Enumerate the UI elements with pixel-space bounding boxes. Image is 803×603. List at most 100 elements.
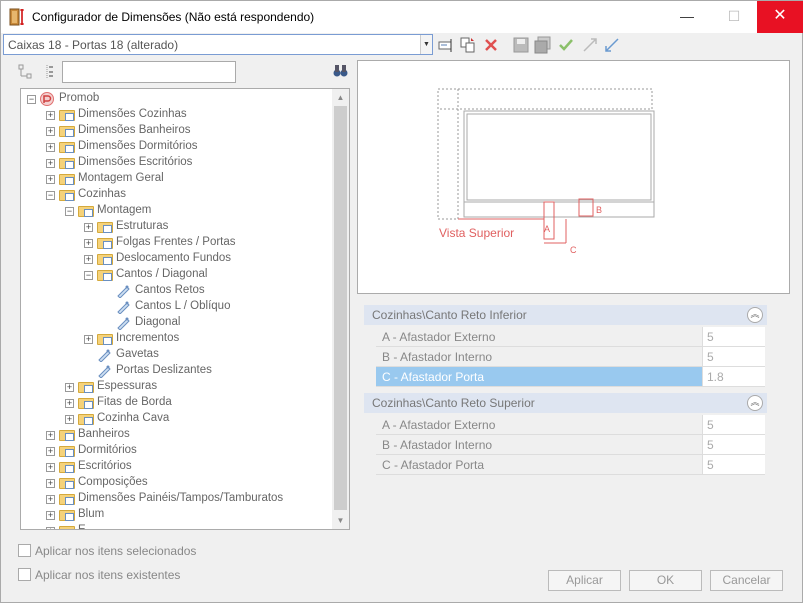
minimize-button[interactable]: — [664, 1, 710, 33]
tree-node-label: Fitas de Borda [97, 396, 172, 408]
tree-node[interactable]: Diagonal [21, 315, 331, 331]
property-label: C - Afastador Porta [382, 458, 485, 472]
tree-node[interactable]: + Dormitórios [21, 443, 331, 459]
maximize-button[interactable]: ☐ [711, 1, 757, 33]
expand-icon[interactable]: + [65, 399, 74, 408]
expand-icon[interactable]: + [46, 527, 55, 529]
expand-icon[interactable]: + [46, 431, 55, 440]
chevron-down-icon[interactable]: ▼ [420, 35, 432, 54]
collapse-section-icon[interactable]: ︽ [747, 395, 763, 411]
tree-node[interactable]: − Promob [21, 91, 331, 107]
expand-icon[interactable]: + [46, 111, 55, 120]
expand-icon[interactable]: + [46, 127, 55, 136]
tree-node[interactable]: Gavetas [21, 347, 331, 363]
delete-icon[interactable] [482, 36, 500, 54]
property-value-field[interactable]: 5 [702, 455, 765, 474]
tree-node[interactable]: + Montagem Geral [21, 171, 331, 187]
tree-node[interactable]: + Estruturas [21, 219, 331, 235]
expand-icon[interactable]: + [84, 239, 93, 248]
property-row[interactable]: C - Afastador Porta 5 [376, 455, 765, 475]
expand-icon[interactable]: + [65, 383, 74, 392]
settings-tree[interactable]: +E+Blum+Dimensões Painéis/Tampos/Tambura… [20, 88, 350, 530]
property-row[interactable]: A - Afastador Externo 5 [376, 415, 765, 435]
tree-node[interactable]: + Dimensões Painéis/Tampos/Tamburatos [21, 491, 331, 507]
apply-button[interactable]: Aplicar [548, 570, 621, 591]
collapse-section-icon[interactable]: ︽ [747, 307, 763, 323]
property-section-header[interactable]: Cozinhas\Canto Reto Superior ︽ [364, 393, 767, 413]
expand-icon[interactable]: + [84, 223, 93, 232]
tree-node[interactable]: Portas Deslizantes [21, 363, 331, 379]
rename-icon[interactable] [437, 36, 455, 54]
property-row[interactable]: A - Afastador Externo 5 [376, 327, 765, 347]
tree-node[interactable]: + Cozinha Cava [21, 411, 331, 427]
folder-icon [59, 172, 75, 185]
collapse-icon[interactable]: − [46, 191, 55, 200]
property-row[interactable]: B - Afastador Interno 5 [376, 347, 765, 367]
tree-node[interactable]: + Dimensões Escritórios [21, 155, 331, 171]
property-value-field[interactable]: 1.8 [702, 367, 765, 386]
apply-selected-checkbox[interactable] [18, 544, 31, 557]
expand-icon[interactable]: + [46, 175, 55, 184]
collapse-icon[interactable]: − [84, 271, 93, 280]
property-value-field[interactable]: 5 [702, 435, 765, 454]
expand-icon[interactable]: + [65, 415, 74, 424]
collapse-icon[interactable]: − [27, 95, 36, 104]
tree-node[interactable]: − Cantos / Diagonal [21, 267, 331, 283]
expand-icon[interactable]: + [46, 143, 55, 152]
tree-search-input[interactable] [62, 61, 236, 83]
tree-node[interactable]: + Deslocamento Fundos [21, 251, 331, 267]
scroll-up-icon[interactable]: ▲ [332, 89, 349, 106]
expand-icon[interactable]: + [84, 335, 93, 344]
collapse-icon[interactable]: − [65, 207, 74, 216]
tree-expand-icon[interactable] [18, 64, 33, 79]
expand-icon[interactable]: + [46, 447, 55, 456]
tree-node[interactable]: + Banheiros [21, 427, 331, 443]
collapse-icon[interactable] [603, 36, 621, 54]
expand-icon[interactable]: + [46, 159, 55, 168]
ok-button[interactable]: OK [629, 570, 702, 591]
tree-node[interactable]: + Escritórios [21, 459, 331, 475]
tree-node[interactable]: +E [21, 523, 331, 529]
expand-icon[interactable] [581, 36, 599, 54]
tree-node[interactable]: + Blum [21, 507, 331, 523]
expand-icon[interactable]: + [84, 255, 93, 264]
expand-icon[interactable]: + [46, 463, 55, 472]
tree-node[interactable]: + Folgas Frentes / Portas [21, 235, 331, 251]
tree-node[interactable]: + Dimensões Cozinhas [21, 107, 331, 123]
tree-node[interactable]: Cantos L / Oblíquo [21, 299, 331, 315]
tree-node[interactable]: + Dimensões Dormitórios [21, 139, 331, 155]
property-value-field[interactable]: 5 [702, 415, 765, 434]
copy-icon[interactable] [459, 36, 477, 54]
cancel-button[interactable]: Cancelar [710, 570, 783, 591]
tree-node[interactable]: + Fitas de Borda [21, 395, 331, 411]
save-icon[interactable] [512, 36, 530, 54]
folder-icon [97, 252, 113, 265]
tree-scrollbar[interactable]: ▲ ▼ [332, 89, 349, 529]
property-row[interactable]: B - Afastador Interno 5 [376, 435, 765, 455]
expand-icon[interactable]: + [46, 479, 55, 488]
apply-existing-checkbox[interactable] [18, 568, 31, 581]
property-row[interactable]: C - Afastador Porta 1.8 [376, 367, 765, 387]
title-bar[interactable]: Configurador de Dimensões (Não está resp… [1, 1, 803, 33]
tree-node[interactable]: + Dimensões Banheiros [21, 123, 331, 139]
property-value-field[interactable]: 5 [702, 347, 765, 366]
scroll-down-icon[interactable]: ▼ [332, 512, 349, 529]
expand-icon[interactable]: + [46, 495, 55, 504]
tree-node[interactable]: Cantos Retos [21, 283, 331, 299]
tree-node[interactable]: − Montagem [21, 203, 331, 219]
tree-node[interactable]: − Cozinhas [21, 187, 331, 203]
close-button[interactable]: ✕ [757, 1, 803, 33]
save-all-icon[interactable] [534, 36, 552, 54]
tree-collapse-icon[interactable] [42, 64, 57, 79]
apply-icon[interactable] [557, 36, 575, 54]
expand-icon[interactable]: + [46, 511, 55, 520]
tree-node[interactable]: + Composições [21, 475, 331, 491]
scroll-thumb[interactable] [334, 106, 347, 510]
binoculars-icon[interactable] [333, 64, 348, 78]
tree-node-label: Blum [78, 508, 105, 520]
config-combobox[interactable]: Caixas 18 - Portas 18 (alterado) ▼ [3, 34, 433, 55]
tree-node[interactable]: + Incrementos [21, 331, 331, 347]
property-value-field[interactable]: 5 [702, 327, 765, 346]
property-section-header[interactable]: Cozinhas\Canto Reto Inferior ︽ [364, 305, 767, 325]
tree-node[interactable]: + Espessuras [21, 379, 331, 395]
